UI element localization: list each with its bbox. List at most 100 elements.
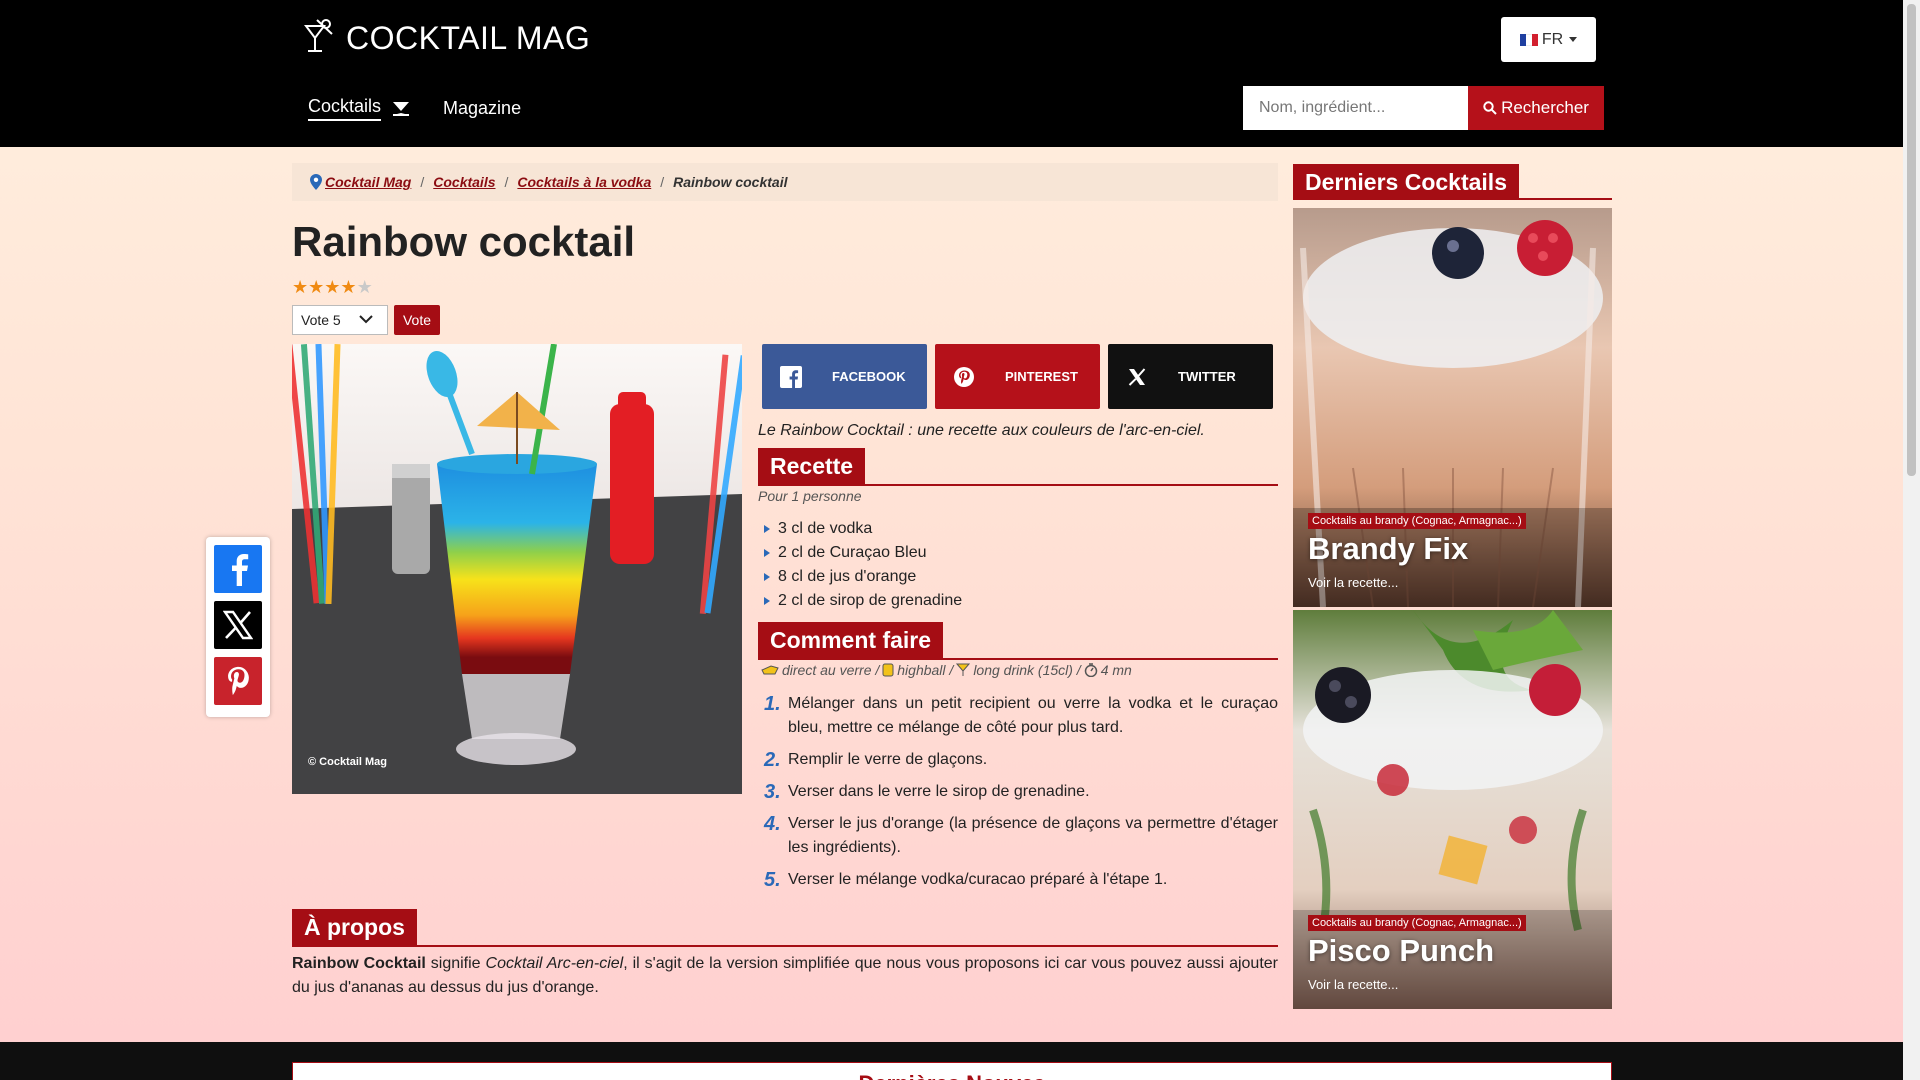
card-read-more[interactable]: Voir la recette... [1308,575,1398,590]
latest-news-box: Dernières Nouvea [292,1062,1612,1080]
twitter-share-button[interactable]: TWITTER [1108,344,1273,409]
site-logo[interactable]: COCKTAIL MAG [302,18,590,58]
facebook-icon [780,365,802,388]
ingredient-list: 3 cl de vodka 2 cl de Curaçao Bleu 8 cl … [764,517,962,613]
step-item: 2. Remplir le verre de glaçons. [764,748,1278,772]
facebook-share-label: FACEBOOK [832,369,906,384]
latest-news-heading: Dernières Nouvea [858,1071,1045,1080]
breadcrumb-cocktails[interactable]: Cocktails [433,174,495,190]
card-read-more[interactable]: Voir la recette... [1308,977,1398,992]
search-button-label: Rechercher [1501,98,1589,117]
step-number: 4. [764,813,781,835]
step-number: 1. [764,693,781,715]
card-category: Cocktails au brandy (Cognac, Armagnac...… [1308,513,1526,529]
breadcrumb-current: Rainbow cocktail [673,174,788,190]
floating-x-button[interactable] [214,601,262,649]
step-item: 5. Verser le mélange vodka/curacao prépar… [764,868,1278,892]
rating-stars: ★ ★ ★ ★ ★ [292,278,373,296]
x-twitter-icon [223,610,253,640]
photo-credit: © Cocktail Mag [308,756,388,768]
floating-facebook-button[interactable] [214,545,262,593]
cocktail-card[interactable]: Cocktails au brandy (Cognac, Armagnac...… [1293,208,1612,607]
step-text: Remplir le verre de glaçons. [788,751,988,768]
x-twitter-icon [1128,367,1146,386]
about-bold: Rainbow Cocktail [292,955,426,972]
main-nav: Cocktails Magazine [308,96,555,121]
facebook-share-button[interactable]: FACEBOOK [762,344,927,409]
step-text: Verser le mélange vodka/curacao préparé … [788,871,1168,888]
recipe-heading-label: Recette [758,448,866,486]
step-item: 4. Verser le jus d'orange (la présence de… [764,812,1278,860]
recipe-meta: direct au verre / highball / long drink … [758,662,1132,678]
pour-hand-icon [761,665,779,675]
language-label: FR [1541,30,1564,48]
step-text: Verser le jus d'orange (la présence de g… [788,815,1278,856]
howto-section-heading: Comment faire [758,622,1278,660]
servings: Pour 1 personne [758,488,862,504]
about-section-heading: À propos [292,909,1278,947]
meta-glass: highball [897,662,946,678]
star-filled-icon: ★ [308,277,325,297]
nav-magazine-label: Magazine [443,98,522,118]
page-title: Rainbow cocktail [292,218,636,265]
pinterest-share-button[interactable]: PINTEREST [935,344,1100,409]
star-filled-icon: ★ [324,277,341,297]
card-title: Pisco Punch [1308,933,1495,968]
timer-icon [1084,663,1097,677]
twitter-share-label: TWITTER [1178,369,1236,384]
floating-pinterest-button[interactable] [214,657,262,705]
vote-select-value: Vote 5 [301,312,341,328]
search-button[interactable]: Rechercher [1468,86,1604,130]
pinterest-share-label: PINTEREST [1005,369,1078,384]
card-title: Brandy Fix [1308,531,1469,566]
language-selector[interactable]: FR [1501,17,1596,62]
breadcrumb-home[interactable]: Cocktail Mag [325,174,411,190]
breadcrumb-vodka-cocktails[interactable]: Cocktails à la vodka [517,174,651,190]
about-italic: Cocktail Arc-en-ciel [485,955,624,972]
ingredient-item: 2 cl de sirop de grenadine [764,589,962,613]
france-flag-icon [1519,33,1538,46]
breadcrumb: Cocktail Mag / Cocktails / Cocktails à l… [292,163,1278,201]
step-item: 3. Verser dans le verre le sirop de grena… [764,780,1278,804]
recipe-section-heading: Recette [758,448,1278,486]
pinterest-icon [228,666,249,696]
meta-method: direct au verre [782,662,872,678]
step-number: 2. [764,749,781,771]
cocktail-type-icon [956,663,971,676]
cocktail-card[interactable]: Cocktails au brandy (Cognac, Armagnac...… [1293,610,1612,1009]
nav-cocktails[interactable]: Cocktails [308,96,410,121]
star-filled-icon: ★ [292,277,309,297]
pinterest-icon [954,366,974,387]
map-pin-icon [310,174,322,190]
star-empty-icon: ★ [356,277,373,297]
step-number: 5. [764,869,781,891]
vote-select[interactable]: Vote 5 [292,305,388,335]
about-text: Rainbow Cocktail signifie Cocktail Arc-e… [292,952,1278,1000]
vote-button[interactable]: Vote [394,305,440,335]
rainbow-cocktail-image [292,344,742,794]
card-category: Cocktails au brandy (Cognac, Armagnac...… [1308,915,1526,931]
howto-heading-label: Comment faire [758,622,944,660]
floating-share-bar [206,537,270,717]
latest-cocktails-heading: Derniers Cocktails [1293,164,1612,200]
search-input[interactable]: Nom, ingrédient... [1243,86,1468,130]
highball-glass-icon [882,663,894,677]
ingredient-item: 2 cl de Curaçao Bleu [764,541,962,565]
page-scrollbar[interactable] [1903,0,1920,1080]
chevron-down-icon [1569,37,1578,42]
about-heading-label: À propos [292,909,417,947]
latest-cocktails-heading-label: Derniers Cocktails [1293,164,1519,200]
step-text: Mélanger dans un petit recipient ou verr… [788,695,1278,736]
dropdown-caret-icon [393,102,410,116]
meta-type: long drink (15cl) [973,662,1073,678]
scrollbar-thumb[interactable] [1907,4,1916,476]
site-brand: COCKTAIL MAG [346,19,591,56]
ingredient-item: 8 cl de jus d'orange [764,565,962,589]
chevron-down-icon [359,315,373,324]
search-icon [1483,101,1497,115]
cocktail-glass-logo-icon [304,19,333,52]
nav-magazine[interactable]: Magazine [443,96,521,121]
cocktail-photo: © Cocktail Mag [292,344,742,794]
nav-cocktails-label: Cocktails [308,96,382,121]
about-text-part: signifie [425,955,486,972]
